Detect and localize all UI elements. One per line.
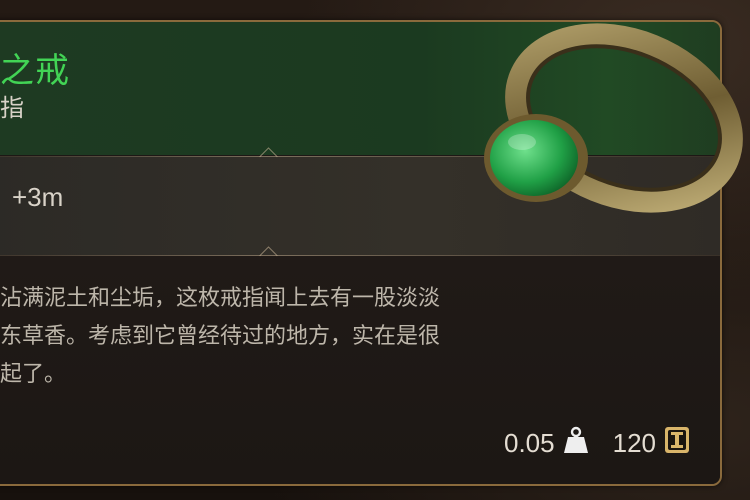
description-line: 东草香。考虑到它曾经待过的地方，实在是很 [0,324,441,349]
item-description: 沾满泥土和尘垢，这枚戒指闻上去有一股淡淡 东草香。考虑到它曾经待过的地方，实在是… [0,280,640,394]
item-type: 指 [0,94,24,122]
description-line: 沾满泥土和尘垢，这枚戒指闻上去有一股淡淡 [0,286,441,311]
weight-icon [563,425,589,462]
price-value: 120 [612,428,656,458]
description-line: 起了。 [0,362,67,387]
weight-value: 0.05 [504,428,555,458]
ring-icon [484,18,744,228]
item-name: 之戒 [0,51,70,91]
stats-divider [0,246,720,265]
item-stat: +3m [12,182,64,212]
coin-icon [664,426,690,461]
item-footer: 0.05 120 [504,425,690,462]
